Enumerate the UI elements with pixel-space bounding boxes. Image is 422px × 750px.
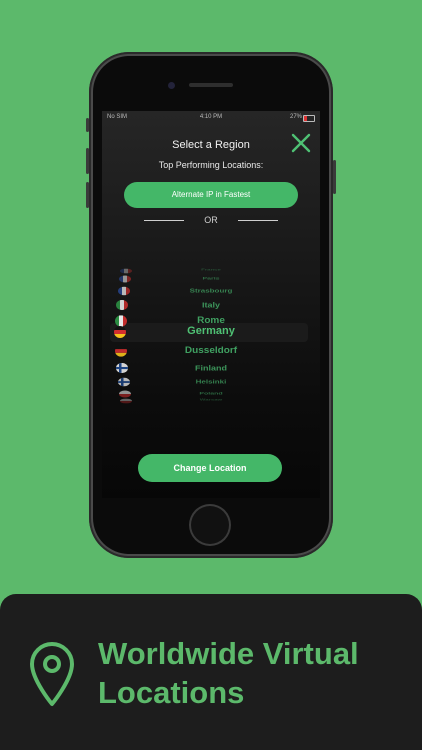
or-divider: OR [102, 214, 320, 226]
mute-switch [86, 118, 89, 132]
picker-item[interactable]: Dusseldorf [102, 345, 320, 355]
picker-item[interactable]: Warsaw [102, 399, 320, 401]
volume-up-button [86, 148, 89, 174]
earpiece-speaker [189, 83, 233, 87]
or-label: OR [204, 215, 218, 225]
page-title: Select a Region [172, 139, 250, 151]
italy-flag-icon [116, 299, 129, 311]
picker-item[interactable]: Rome [102, 315, 320, 325]
volume-down-button [86, 182, 89, 208]
picker-item[interactable]: Germany [102, 325, 320, 337]
germany-flag-icon [114, 326, 126, 338]
status-bar: No SIM 4:10 PM 27% [102, 111, 320, 125]
france-flag-icon [120, 268, 132, 274]
picker-item[interactable]: Italy [102, 300, 320, 309]
battery-icon [303, 115, 315, 122]
picker-item[interactable]: Poland [102, 391, 320, 395]
poland-flag-icon [120, 398, 132, 404]
change-location-button[interactable]: Change Location [138, 454, 282, 482]
picker-item[interactable]: Helsinki [102, 378, 320, 384]
promo-headline-line2: Locations [98, 675, 245, 710]
location-pin-icon [30, 642, 74, 706]
fastest-location-button[interactable]: Alternate IP in Fastest [124, 182, 298, 208]
divider-line-right [238, 220, 278, 221]
home-button[interactable] [191, 506, 229, 544]
picker-item[interactable]: Strasbourg [102, 287, 320, 293]
poland-flag-icon [118, 390, 131, 398]
france-flag-icon [118, 275, 131, 283]
app-screen: No SIM 4:10 PM 27% Select a Region Top P… [102, 111, 320, 498]
france-flag-icon [117, 286, 130, 296]
location-picker[interactable]: France Paris Strasbourg Italy Rome Germany Dus… [102, 263, 320, 404]
power-button [333, 160, 336, 194]
picker-item[interactable]: Paris [102, 276, 320, 280]
front-camera [168, 82, 175, 89]
finland-flag-icon [116, 362, 129, 374]
finland-flag-icon [117, 377, 130, 387]
picker-item[interactable]: Finland [102, 363, 320, 372]
promo-headline-line1: Worldwide Virtual [98, 636, 359, 671]
picker-item[interactable]: France [102, 269, 320, 271]
close-icon[interactable] [290, 132, 312, 154]
battery-percent: 27% [289, 114, 302, 120]
clock: 4:10 PM [199, 114, 223, 120]
germany-flag-icon [115, 345, 128, 357]
promo-headline: Worldwide Virtual Locations [98, 634, 359, 712]
section-subtitle: Top Performing Locations: [158, 160, 264, 170]
